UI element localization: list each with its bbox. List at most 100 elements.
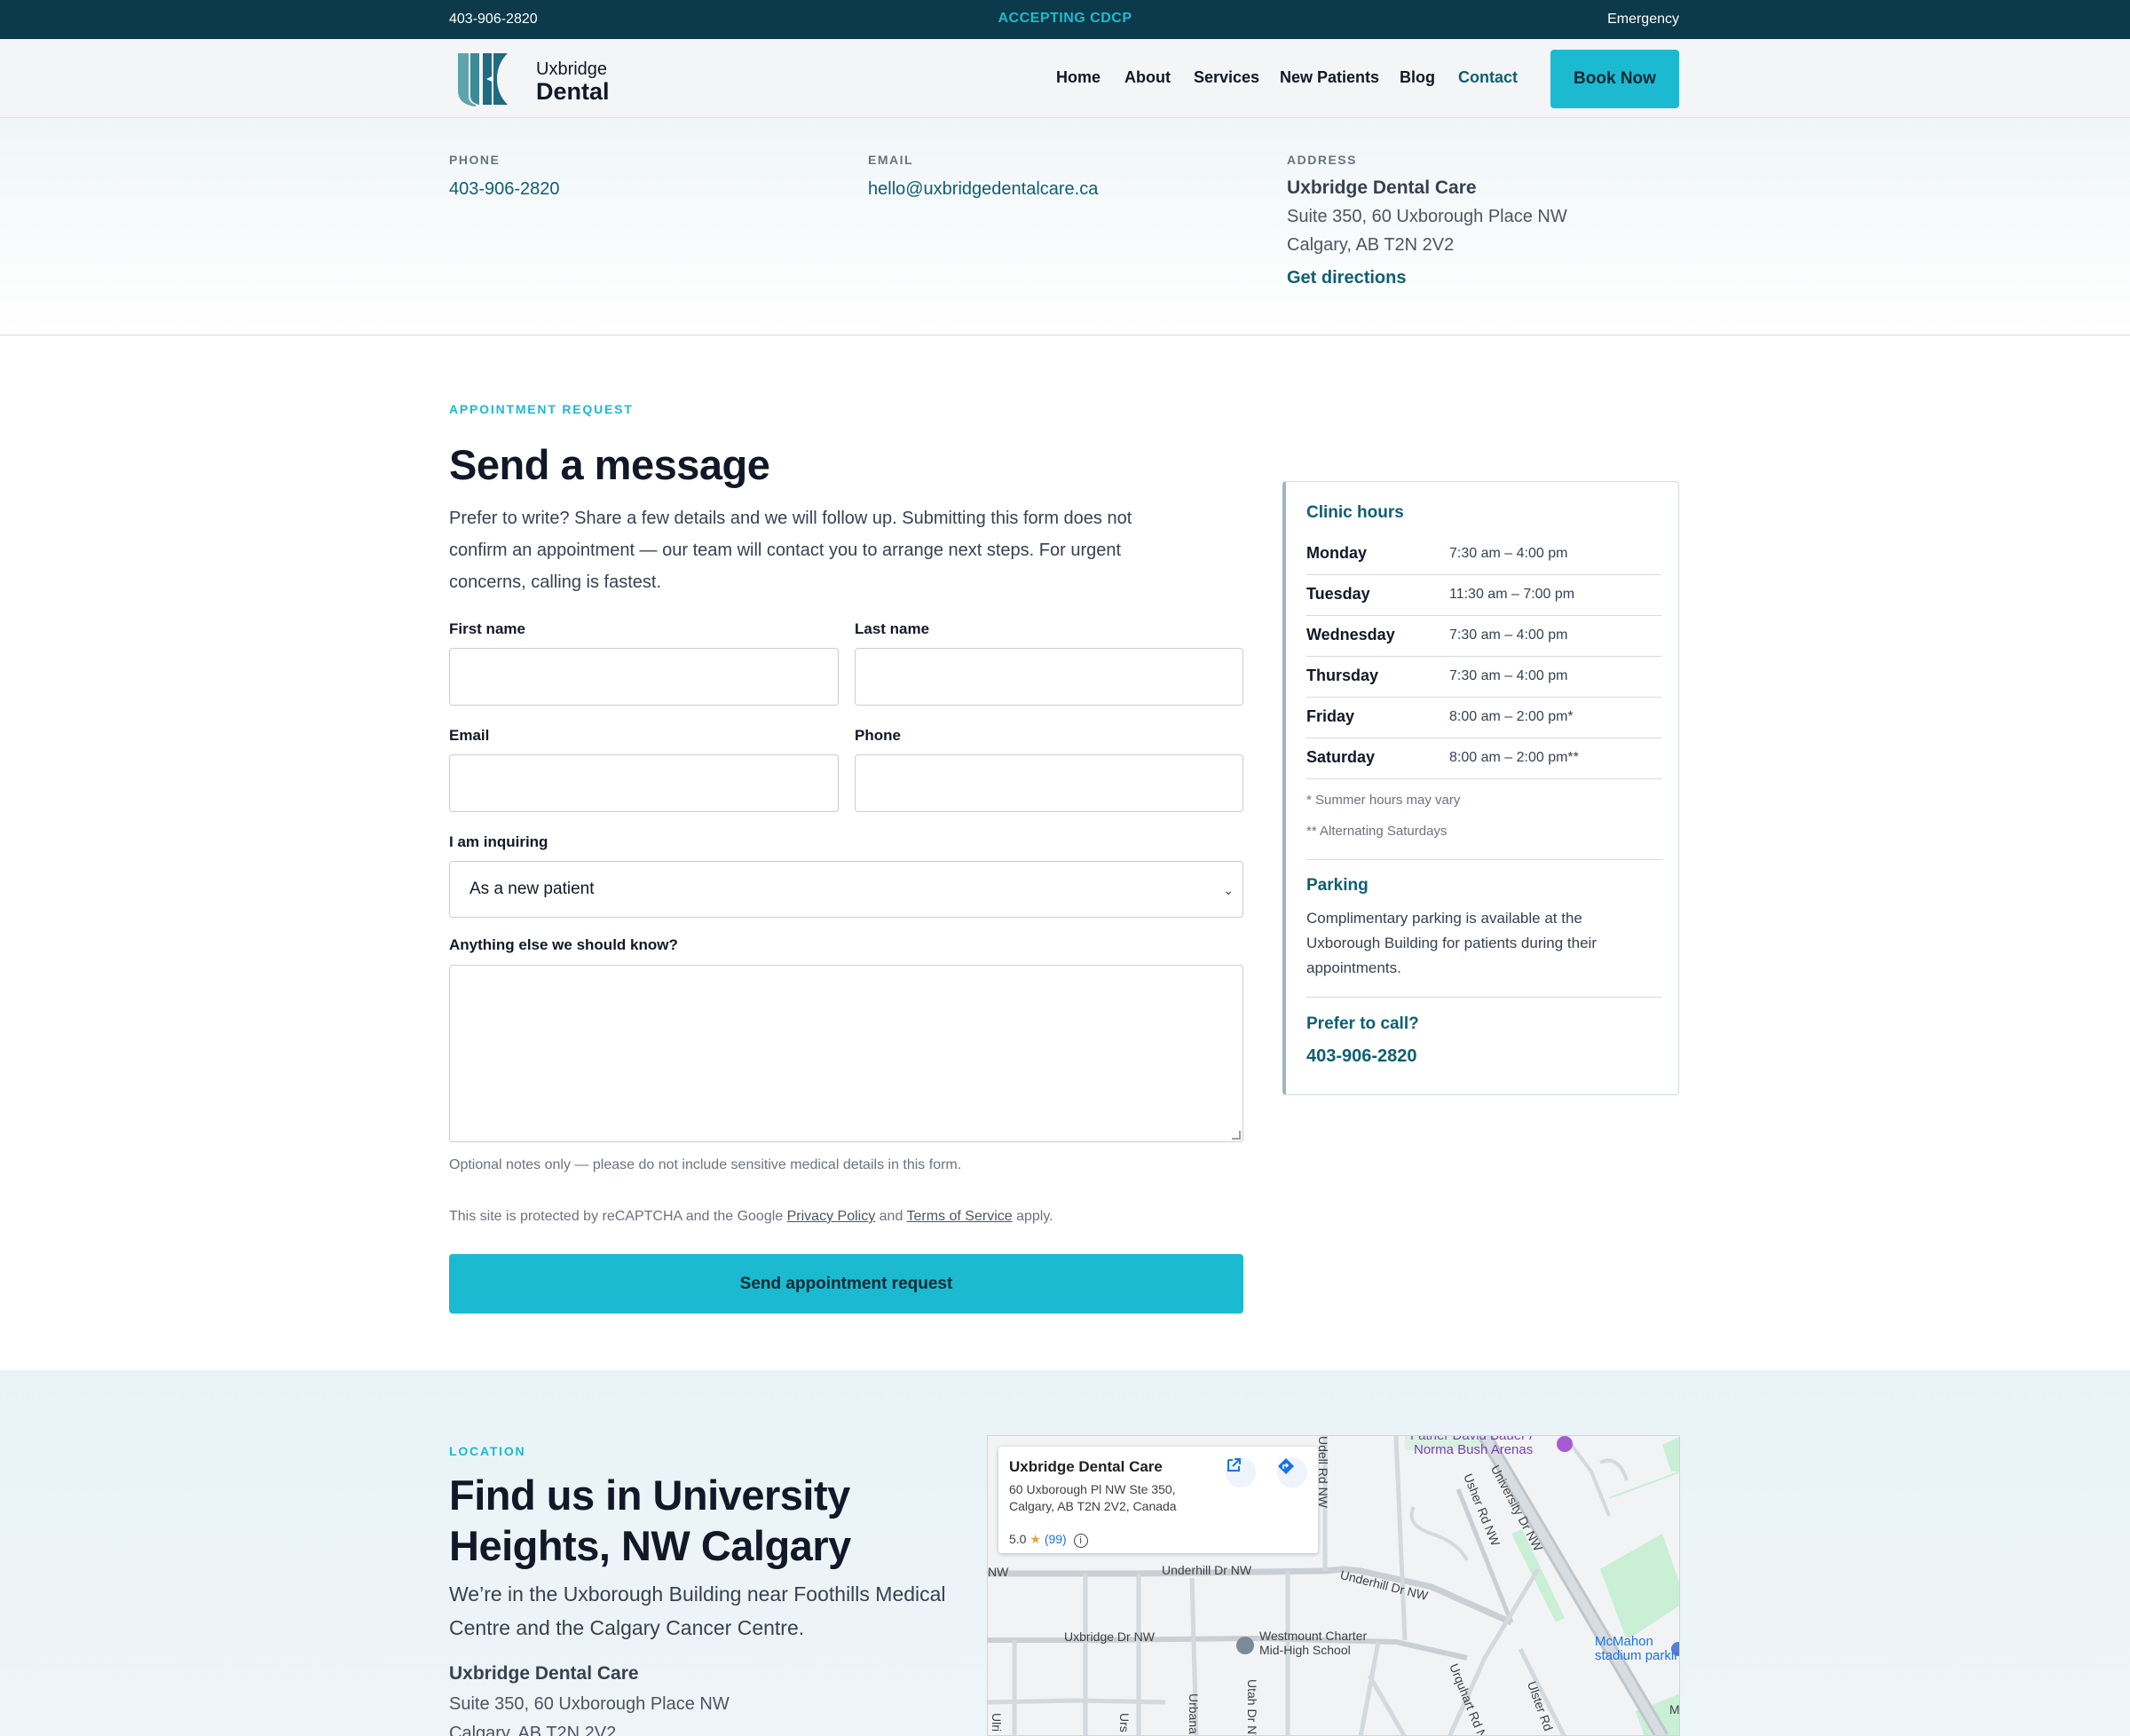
info-icon[interactable]: i (1073, 1534, 1088, 1548)
map-rating-value: 5.0 (1009, 1532, 1027, 1546)
nav-blog[interactable]: Blog (1400, 68, 1435, 87)
email-field-label: Email (449, 727, 490, 744)
nav-home[interactable]: Home (1056, 68, 1100, 87)
prefer-to-call-title: Prefer to call? (1306, 1014, 1419, 1033)
open-in-maps-icon[interactable] (1226, 1457, 1256, 1487)
map-label-nw: NW (988, 1565, 1009, 1579)
hours-row: Saturday 8:00 am – 2:00 pm** (1306, 738, 1661, 779)
emergency-link[interactable]: Emergency (1607, 12, 1679, 28)
map-label-school-1: Westmount Charter (1259, 1629, 1368, 1643)
hours-day: Thursday (1306, 667, 1379, 684)
map-label-m: M (1669, 1702, 1680, 1716)
location-text: We’re in the Uxborough Building near Foo… (449, 1582, 946, 1639)
email-link[interactable]: hello@uxbridgedentalcare.ca (868, 179, 1098, 200)
hours-row: Thursday 7:30 am – 4:00 pm (1306, 657, 1661, 698)
google-map[interactable]: Father David Bauer / Norma Bush Arenas N… (987, 1435, 1680, 1736)
clinic-hours-title: Clinic hours (1306, 503, 1404, 522)
form-intro: Prefer to write? Share a few details and… (449, 509, 1132, 592)
cdcp-banner: ACCEPTING CDCP (998, 11, 1132, 26)
recaptcha-text-and: and (875, 1209, 907, 1224)
phone-link[interactable]: 403-906-2820 (449, 179, 560, 200)
hours-row: Wednesday 7:30 am – 4:00 pm (1306, 616, 1661, 657)
clinic-info-card: Clinic hours Monday 7:30 am – 4:00 pm Tu… (1282, 481, 1679, 1095)
map-label-ursenbach: Urs (1117, 1713, 1132, 1732)
map-label-underhill-1: Underhill Dr NW (1162, 1563, 1252, 1577)
phone-input[interactable] (855, 754, 1243, 812)
send-appointment-button[interactable]: Send appointment request (449, 1254, 1243, 1314)
hours-row: Friday 8:00 am – 2:00 pm* (1306, 698, 1661, 738)
main-nav: Home About Services New Patients Blog Co… (0, 68, 2130, 90)
nav-contact[interactable]: Contact (1458, 68, 1518, 87)
hours-time: 8:00 am – 2:00 pm* (1449, 709, 1574, 724)
contact-strip: PHONE 403-906-2820 EMAIL hello@uxbridged… (0, 118, 2130, 335)
location-title-line-1: Find us in University (449, 1472, 850, 1519)
notes-help: Optional notes only — please do not incl… (449, 1157, 962, 1172)
hours-time: 7:30 am – 4:00 pm (1449, 546, 1568, 561)
hours-day: Tuesday (1306, 585, 1370, 603)
top-bar: 403-906-2820 ACCEPTING CDCP Emergency (0, 0, 2130, 39)
book-now-button[interactable]: Book Now (1550, 50, 1679, 108)
contact-email-block: EMAIL hello@uxbridgedentalcare.ca (868, 153, 1098, 200)
inquiring-selected-value: As a new patient (469, 880, 595, 898)
map-place-address-1: 60 Uxborough Pl NW Ste 350, (1009, 1482, 1176, 1496)
hours-day: Saturday (1306, 748, 1376, 766)
directions-icon[interactable] (1277, 1457, 1307, 1487)
hours-day: Monday (1306, 544, 1368, 562)
map-place-name: Uxbridge Dental Care (1009, 1458, 1163, 1475)
map-label-utah: Utah Dr NW (1245, 1679, 1259, 1736)
nav-services[interactable]: Services (1194, 68, 1259, 87)
nav-about[interactable]: About (1124, 68, 1171, 87)
sidebar-phone-link[interactable]: 403-906-2820 (1306, 1046, 1417, 1067)
hours-time: 11:30 am – 7:00 pm (1449, 587, 1575, 602)
hours-time: 7:30 am – 4:00 pm (1449, 668, 1568, 683)
map-review-count[interactable]: (99) (1045, 1532, 1067, 1546)
get-directions-link[interactable]: Get directions (1287, 268, 1567, 288)
hours-time: 7:30 am – 4:00 pm (1449, 627, 1568, 643)
map-label-urbana: Urbana (1187, 1693, 1201, 1734)
hours-row: Monday 7:30 am – 4:00 pm (1306, 534, 1661, 575)
recaptcha-text-post: apply. (1012, 1209, 1053, 1224)
hours-row: Tuesday 11:30 am – 7:00 pm (1306, 575, 1661, 616)
parking-text: Complimentary parking is available at th… (1306, 910, 1597, 976)
resize-handle-icon[interactable] (1232, 1131, 1241, 1140)
form-title: Send a message (449, 441, 770, 488)
phone-field-label: Phone (855, 727, 901, 744)
location-eyebrow: LOCATION (449, 1444, 526, 1458)
inquiring-label: I am inquiring (449, 833, 548, 850)
location-title-line-2: Heights, NW Calgary (449, 1522, 851, 1569)
first-name-label: First name (449, 620, 525, 637)
map-rating: 5.0 ★ (99) i (1009, 1532, 1088, 1548)
contact-address-block: ADDRESS Uxbridge Dental Care Suite 350, … (1287, 153, 1567, 288)
notes-textarea[interactable] (449, 965, 1243, 1142)
last-name-label: Last name (855, 620, 930, 637)
contact-phone-block: PHONE 403-906-2820 (449, 153, 560, 200)
inquiring-select[interactable]: As a new patient ⌄ (449, 861, 1243, 918)
phone-label: PHONE (449, 153, 501, 167)
chevron-down-icon: ⌄ (1223, 883, 1234, 897)
address-line-1: Suite 350, 60 Uxborough Place NW (1287, 207, 1567, 226)
map-label-udell: Udell Rd NW (1316, 1436, 1330, 1508)
map-place-address-2: Calgary, AB T2N 2V2, Canada (1009, 1499, 1177, 1513)
hours-time: 8:00 am – 2:00 pm** (1449, 750, 1579, 765)
email-input[interactable] (449, 754, 839, 812)
map-label-arena-2: Norma Bush Arenas (1414, 1442, 1534, 1457)
nav-new-patients[interactable]: New Patients (1280, 68, 1379, 87)
last-name-input[interactable] (855, 648, 1243, 706)
card-divider (1306, 859, 1661, 860)
map-label-school-2: Mid-High School (1259, 1643, 1351, 1657)
email-label: EMAIL (868, 153, 914, 167)
map-label-mcmahon-1: McMahon (1595, 1634, 1653, 1649)
terms-of-service-link[interactable]: Terms of Service (907, 1209, 1013, 1224)
notes-label: Anything else we should know? (449, 936, 678, 953)
privacy-policy-link[interactable]: Privacy Policy (787, 1209, 876, 1224)
appointment-eyebrow: APPOINTMENT REQUEST (449, 402, 634, 416)
address-label: ADDRESS (1287, 153, 1357, 167)
first-name-input[interactable] (449, 648, 839, 706)
map-label-mcmahon-2: stadium parking (1595, 1648, 1680, 1663)
location-line-2: Calgary, AB T2N 2V2 (449, 1724, 617, 1736)
parking-title: Parking (1306, 876, 1369, 895)
map-place-card: Uxbridge Dental Care 60 Uxborough Pl NW … (998, 1447, 1318, 1553)
location-name: Uxbridge Dental Care (449, 1663, 639, 1684)
recaptcha-notice: This site is protected by reCAPTCHA and … (449, 1209, 1053, 1225)
address-name: Uxbridge Dental Care (1287, 178, 1477, 198)
